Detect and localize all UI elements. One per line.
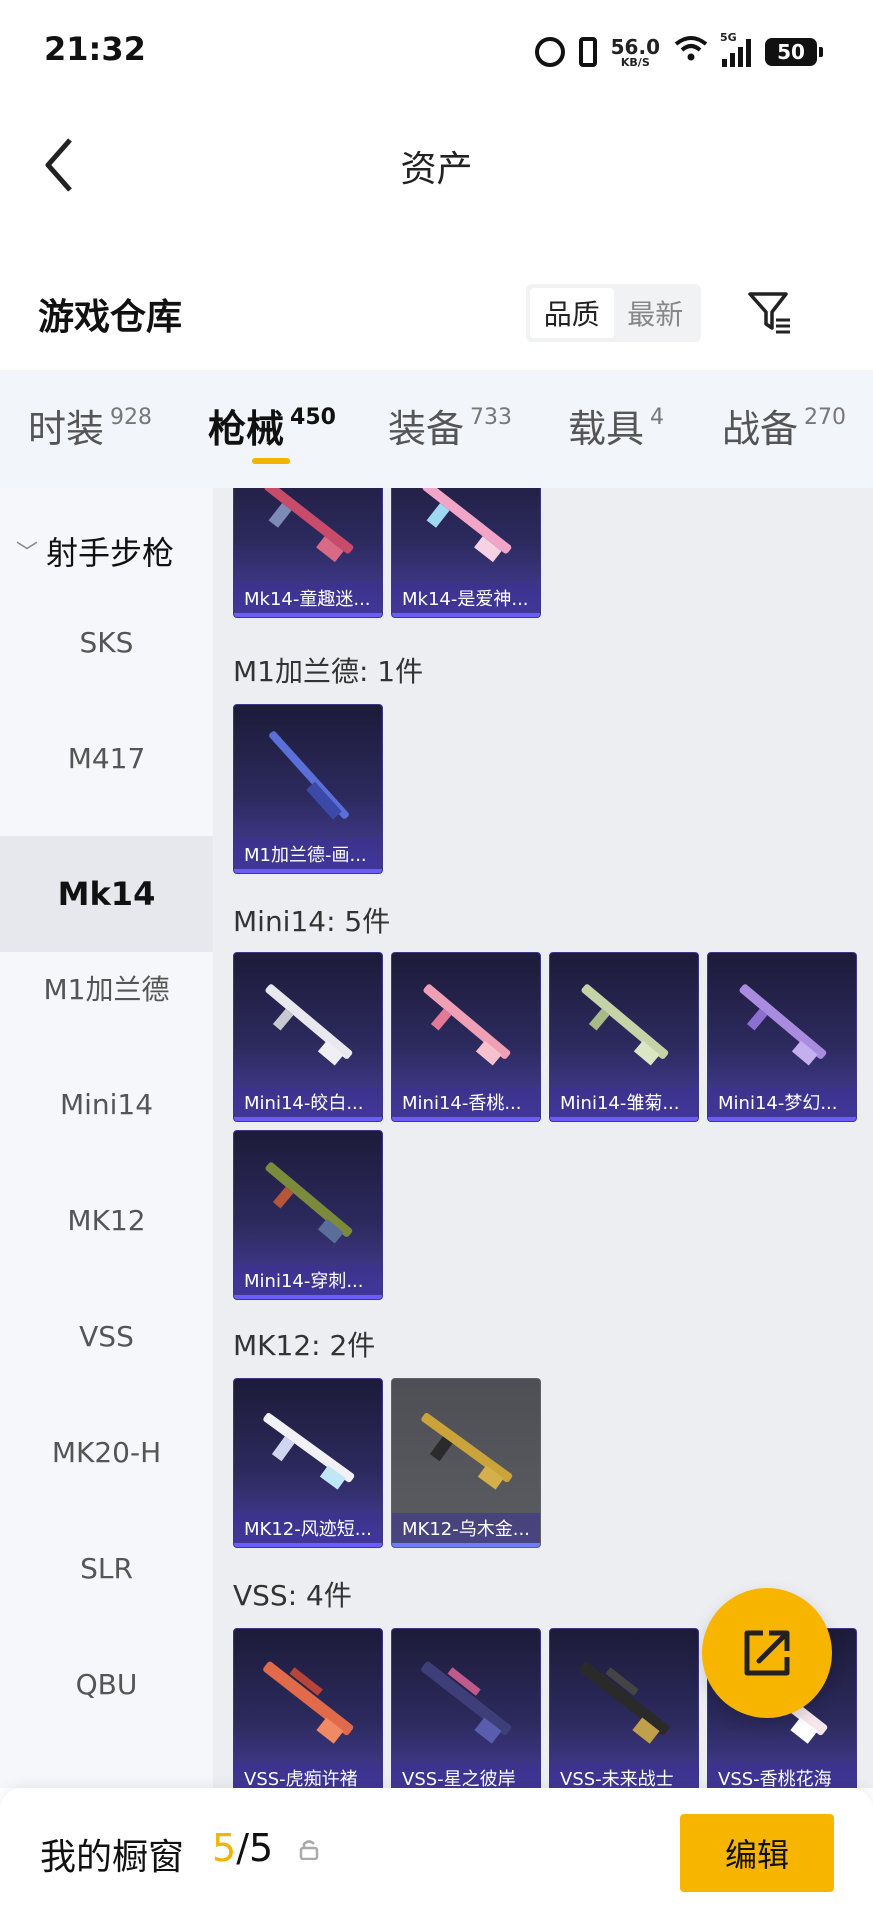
rifle-icon xyxy=(265,1162,353,1244)
weapon-card[interactable]: Mk14-是爱神... xyxy=(391,488,541,618)
net-speed-value: 56.0 xyxy=(610,34,660,59)
status-icons: 56.0 KB/S 5G 50 xyxy=(534,30,823,74)
showcase-bar: 我的橱窗 5/5 编辑 xyxy=(0,1788,873,1920)
status-time: 21:32 xyxy=(44,30,146,68)
weapon-card-name: M1加兰德-画... xyxy=(234,839,382,873)
battery-icon: 50 xyxy=(765,38,823,66)
weapon-card[interactable]: Mini14-梦幻... xyxy=(707,952,857,1122)
active-tab-indicator xyxy=(252,458,290,464)
sidebar-item-mini14[interactable]: Mini14 xyxy=(0,1046,213,1162)
battery-level: 50 xyxy=(777,40,805,64)
weapon-card-name: VSS-星之彼岸 xyxy=(392,1763,540,1788)
weapon-card-name: Mini14-香桃... xyxy=(392,1087,540,1121)
sidebar-item-slr[interactable]: SLR xyxy=(0,1510,213,1626)
weapon-card[interactable]: Mini14-雏菊... xyxy=(549,952,699,1122)
weapon-card[interactable]: VSS-星之彼岸 xyxy=(391,1628,541,1788)
net-speed: 56.0 KB/S xyxy=(611,37,660,68)
tab-weapons[interactable]: 枪械 450 xyxy=(208,398,336,453)
weapon-card[interactable]: VSS-未来战士 xyxy=(549,1628,699,1788)
rifle-icon xyxy=(579,1661,670,1744)
weapon-sidebar: ﹀ 射手步枪 SKS M417 Mk14 M1加兰德 Mini14 MK12 V… xyxy=(0,488,213,1788)
weapon-card[interactable]: MK12-乌木金... xyxy=(391,1378,541,1548)
tab-supplies[interactable]: 战备 270 xyxy=(722,398,846,453)
sidebar-category-label: 射手步枪 xyxy=(46,534,175,572)
sidebar-item-m417[interactable]: M417 xyxy=(0,700,213,816)
weapon-card-name: VSS-虎痴许褚 xyxy=(234,1763,382,1788)
weapon-card[interactable]: Mk14-童趣迷... xyxy=(233,488,383,618)
rifle-icon xyxy=(423,984,511,1066)
alarm-icon xyxy=(534,37,565,67)
sort-newest-button[interactable]: 最新 xyxy=(614,288,698,338)
weapon-card-name: VSS-未来战士 xyxy=(550,1763,698,1788)
tab-outfits[interactable]: 时装 928 xyxy=(28,398,152,453)
weapon-card[interactable]: Mini14-穿刺... xyxy=(233,1130,383,1300)
filter-button[interactable] xyxy=(740,282,800,342)
wifi-icon xyxy=(674,34,708,70)
status-bar: 21:32 56.0 KB/S 5G 50 xyxy=(0,0,873,100)
share-icon xyxy=(744,1630,790,1676)
lock-icon xyxy=(299,1840,319,1860)
net-speed-unit: KB/S xyxy=(620,55,650,69)
chevron-down-icon: ﹀ xyxy=(16,541,39,566)
network-type: 5G xyxy=(720,31,737,44)
rifle-icon xyxy=(263,1413,355,1490)
weapon-card-name: Mk14-是爱神... xyxy=(392,583,540,617)
category-tabs: 时装 928 枪械 450 装备 733 载具 4 战备 270 xyxy=(0,370,873,488)
rifle-icon xyxy=(421,1661,512,1744)
rifle-icon xyxy=(264,488,354,563)
sidebar-item-mk20h[interactable]: MK20-H xyxy=(0,1394,213,1510)
weapon-card[interactable]: Mini14-香桃... xyxy=(391,952,541,1122)
sidebar-category[interactable]: ﹀ 射手步枪 xyxy=(16,528,174,574)
filter-icon xyxy=(748,292,790,334)
rifle-icon xyxy=(263,1661,354,1744)
showcase-label: 我的橱窗 xyxy=(40,1837,185,1878)
rifle-icon xyxy=(422,488,512,563)
warehouse-title: 游戏仓库 xyxy=(38,297,183,338)
weapon-card[interactable]: VSS-虎痴许褚 xyxy=(233,1628,383,1788)
weapon-card-name: VSS-香桃花海 xyxy=(708,1763,856,1788)
weapon-card[interactable]: Mini14-皎白... xyxy=(233,952,383,1122)
group-label-mini14: Mini14: 5件 xyxy=(233,905,391,938)
weapon-card-name: Mini14-皎白... xyxy=(234,1087,382,1121)
vibrate-icon xyxy=(578,37,597,67)
sidebar-item-qbu[interactable]: QBU xyxy=(0,1626,213,1742)
sidebar-item-mk12[interactable]: MK12 xyxy=(0,1162,213,1278)
weapon-card-name: Mini14-穿刺... xyxy=(234,1265,382,1299)
sidebar-item-m1-garand[interactable]: M1加兰德 xyxy=(0,930,213,1046)
weapon-card-name: Mini14-雏菊... xyxy=(550,1087,698,1121)
sidebar-item-sks[interactable]: SKS xyxy=(0,584,213,700)
share-button[interactable] xyxy=(702,1588,832,1718)
edit-button[interactable]: 编辑 xyxy=(680,1814,834,1892)
weapon-card[interactable]: MK12-风迹短... xyxy=(233,1378,383,1548)
tab-equipment[interactable]: 装备 733 xyxy=(388,398,512,453)
rifle-icon xyxy=(265,984,353,1066)
weapon-card-name: MK12-风迹短... xyxy=(234,1513,382,1547)
signal-icon: 5G xyxy=(720,31,751,67)
showcase-count: 5/5 xyxy=(212,1826,274,1870)
page-title: 资产 xyxy=(400,149,473,190)
group-label-mk12: MK12: 2件 xyxy=(233,1329,376,1362)
sidebar-item-vss[interactable]: VSS xyxy=(0,1278,213,1394)
rifle-icon xyxy=(269,731,349,820)
tab-vehicles[interactable]: 载具 4 xyxy=(568,398,664,453)
rifle-icon xyxy=(421,1413,513,1490)
sort-toggle: 品质 最新 xyxy=(526,284,701,342)
rifle-icon xyxy=(739,984,827,1066)
weapon-card-name: Mk14-童趣迷... xyxy=(234,583,382,617)
weapon-card-name: MK12-乌木金... xyxy=(392,1513,540,1547)
weapon-card[interactable]: M1加兰德-画... xyxy=(233,704,383,874)
weapon-card-name: Mini14-梦幻... xyxy=(708,1087,856,1121)
rifle-icon xyxy=(581,984,669,1066)
sort-quality-button[interactable]: 品质 xyxy=(530,288,614,338)
group-label-vss: VSS: 4件 xyxy=(233,1579,352,1612)
group-label-m1-garand: M1加兰德: 1件 xyxy=(233,655,424,688)
